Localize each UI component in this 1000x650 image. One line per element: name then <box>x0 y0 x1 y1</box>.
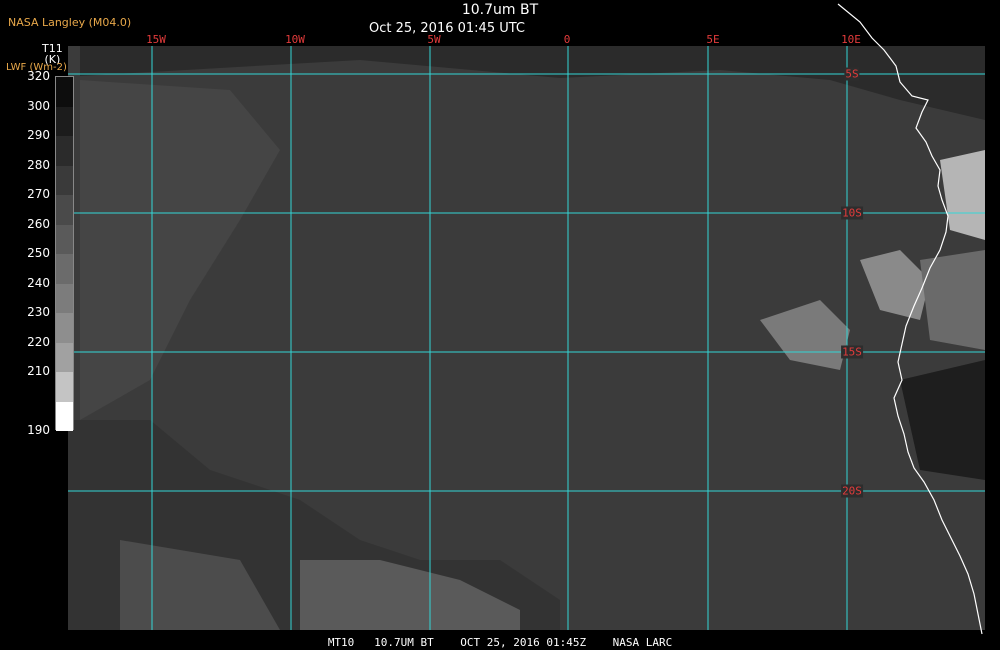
legend-label: 230 <box>27 305 50 319</box>
legend-swatch <box>56 283 73 313</box>
lat-label-5s: 5S <box>844 67 860 81</box>
lon-label-5e: 5E <box>706 33 720 46</box>
legend-label: 260 <box>27 216 50 231</box>
legend-label: 300 <box>27 98 50 113</box>
legend-label: 320 <box>27 69 50 83</box>
legend-label: 290 <box>27 128 50 142</box>
lon-label-10w: 10W <box>285 33 305 46</box>
lat-label-10s: 10S <box>841 206 863 220</box>
satellite-map <box>68 3 985 635</box>
legend-swatch <box>56 195 73 225</box>
legend-swatch <box>56 136 73 166</box>
cloud-cluster-land-mid <box>920 250 985 350</box>
legend-swatch <box>56 372 73 402</box>
legend-color-bar <box>55 76 74 431</box>
legend-swatch <box>56 254 73 284</box>
legend-swatch <box>56 224 73 254</box>
legend-swatch <box>56 77 73 107</box>
legend-swatch <box>56 106 73 136</box>
page-subtitle: Oct 25, 2016 01:45 UTC <box>369 21 525 36</box>
legend-label: 280 <box>27 157 50 172</box>
legend-swatch <box>56 313 73 343</box>
lat-label-15s: 15S <box>841 345 863 359</box>
lon-label-10e: 10E <box>841 33 861 46</box>
lon-label-0: 0 <box>563 33 571 46</box>
page-title: 10.7um BT <box>461 2 539 18</box>
legend-label: 190 <box>27 423 50 437</box>
legend-swatch <box>56 165 73 195</box>
legend-label: 210 <box>27 364 50 378</box>
legend-swatch <box>56 342 73 372</box>
legend-label: 270 <box>27 187 50 201</box>
lon-label-5w: 5W <box>427 33 441 46</box>
legend-label: 240 <box>27 275 50 290</box>
legend-swatch <box>56 401 73 431</box>
lon-label-15w: 15W <box>146 33 166 46</box>
legend-label: 250 <box>27 246 50 260</box>
footer-caption: MT10 10.7UM BT OCT 25, 2016 01:45Z NASA … <box>327 636 673 649</box>
legend-label: 220 <box>27 334 50 349</box>
lat-label-20s: 20S <box>841 484 863 498</box>
